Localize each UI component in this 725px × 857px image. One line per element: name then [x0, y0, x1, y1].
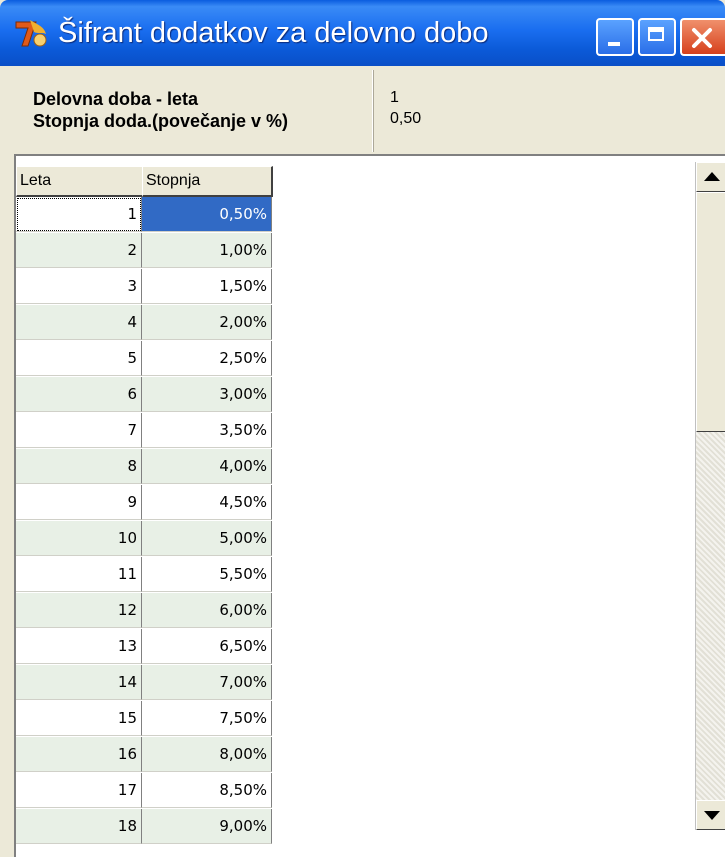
cell-stopnja[interactable]: 1,00%: [142, 233, 272, 268]
cell-leta[interactable]: 13: [16, 629, 142, 664]
table-row[interactable]: 6 3,00%: [16, 377, 272, 413]
table-row[interactable]: 13 6,50%: [16, 629, 272, 665]
cell-leta[interactable]: 11: [16, 557, 142, 592]
cell-stopnja[interactable]: 3,50%: [142, 413, 272, 448]
cell-stopnja[interactable]: 7,00%: [142, 665, 272, 700]
cell-leta[interactable]: 1: [16, 197, 142, 232]
app-logo-icon: [15, 20, 47, 47]
data-grid[interactable]: Leta Stopnja 1 0,50% 2 1,00% 3 1,50% 4 2,00% 5 2,…: [14, 154, 725, 857]
cell-stopnja[interactable]: 4,00%: [142, 449, 272, 484]
column-header-stopnja[interactable]: Stopnja: [142, 166, 273, 197]
table-row[interactable]: 8 4,00%: [16, 449, 272, 485]
minimize-button[interactable]: [596, 18, 634, 56]
cell-leta[interactable]: 4: [16, 305, 142, 340]
cell-leta[interactable]: 15: [16, 701, 142, 736]
app-window: Šifrant dodatkov za delovno dobo Delovna…: [0, 0, 725, 857]
maximize-icon: [648, 27, 664, 41]
cell-leta[interactable]: 7: [16, 413, 142, 448]
arrow-up-icon: [704, 172, 720, 181]
cell-leta[interactable]: 6: [16, 377, 142, 412]
close-icon: [692, 28, 712, 48]
maximize-button[interactable]: [638, 18, 676, 56]
cell-leta[interactable]: 10: [16, 521, 142, 556]
cell-stopnja[interactable]: 2,00%: [142, 305, 272, 340]
value-rate[interactable]: 0,50: [390, 110, 421, 128]
table-row[interactable]: 2 1,00%: [16, 233, 272, 269]
cell-stopnja[interactable]: 8,00%: [142, 737, 272, 772]
cell-leta[interactable]: 9: [16, 485, 142, 520]
cell-stopnja[interactable]: 7,50%: [142, 701, 272, 736]
table-row[interactable]: 12 6,00%: [16, 593, 272, 629]
table-row[interactable]: 3 1,50%: [16, 269, 272, 305]
column-header-leta[interactable]: Leta: [16, 166, 144, 197]
cell-stopnja[interactable]: 9,00%: [142, 809, 272, 844]
table-row[interactable]: 16 8,00%: [16, 737, 272, 773]
vertical-scrollbar[interactable]: [695, 162, 725, 830]
cell-stopnja[interactable]: 6,50%: [142, 629, 272, 664]
table-row[interactable]: 15 7,50%: [16, 701, 272, 737]
cell-stopnja[interactable]: 1,50%: [142, 269, 272, 304]
table-row[interactable]: 18 9,00%: [16, 809, 272, 845]
cell-stopnja[interactable]: 3,00%: [142, 377, 272, 412]
cell-leta[interactable]: 3: [16, 269, 142, 304]
scroll-up-button[interactable]: [696, 162, 725, 192]
table-row[interactable]: 9 4,50%: [16, 485, 272, 521]
cell-stopnja[interactable]: 6,00%: [142, 593, 272, 628]
cell-stopnja[interactable]: 5,50%: [142, 557, 272, 592]
cell-stopnja[interactable]: 0,50%: [142, 197, 272, 232]
window-title: Šifrant dodatkov za delovno dobo: [58, 17, 489, 49]
cell-leta[interactable]: 8: [16, 449, 142, 484]
cell-stopnja[interactable]: 4,50%: [142, 485, 272, 520]
cell-stopnja[interactable]: 5,00%: [142, 521, 272, 556]
record-detail-panel: Delovna doba - leta Stopnja doda.(poveča…: [14, 70, 725, 152]
close-button[interactable]: [680, 18, 725, 56]
cell-leta[interactable]: 18: [16, 809, 142, 844]
minimize-icon: [608, 42, 620, 46]
label-years: Delovna doba - leta: [33, 89, 199, 109]
scroll-down-button[interactable]: [696, 800, 725, 830]
table-row[interactable]: 4 2,00%: [16, 305, 272, 341]
cell-leta[interactable]: 16: [16, 737, 142, 772]
cell-leta[interactable]: 5: [16, 341, 142, 376]
table-row[interactable]: 10 5,00%: [16, 521, 272, 557]
label-rate: Stopnja doda.(povečanje v %): [33, 111, 289, 131]
cell-leta[interactable]: 2: [16, 233, 142, 268]
detail-labels: Delovna doba - leta Stopnja doda.(poveča…: [14, 70, 373, 152]
value-years[interactable]: 1: [390, 89, 399, 107]
title-bar[interactable]: Šifrant dodatkov za delovno dobo: [0, 0, 725, 66]
table-row[interactable]: 11 5,50%: [16, 557, 272, 593]
table-row[interactable]: 17 8,50%: [16, 773, 272, 809]
cell-stopnja[interactable]: 2,50%: [142, 341, 272, 376]
arrow-down-icon: [704, 811, 720, 820]
cell-stopnja[interactable]: 8,50%: [142, 773, 272, 808]
table-row[interactable]: 1 0,50%: [16, 197, 272, 233]
cell-leta[interactable]: 17: [16, 773, 142, 808]
cell-leta[interactable]: 14: [16, 665, 142, 700]
table-row[interactable]: 7 3,50%: [16, 413, 272, 449]
table-row[interactable]: 14 7,00%: [16, 665, 272, 701]
cell-leta[interactable]: 12: [16, 593, 142, 628]
table-row[interactable]: 5 2,50%: [16, 341, 272, 377]
scroll-thumb[interactable]: [696, 192, 725, 432]
